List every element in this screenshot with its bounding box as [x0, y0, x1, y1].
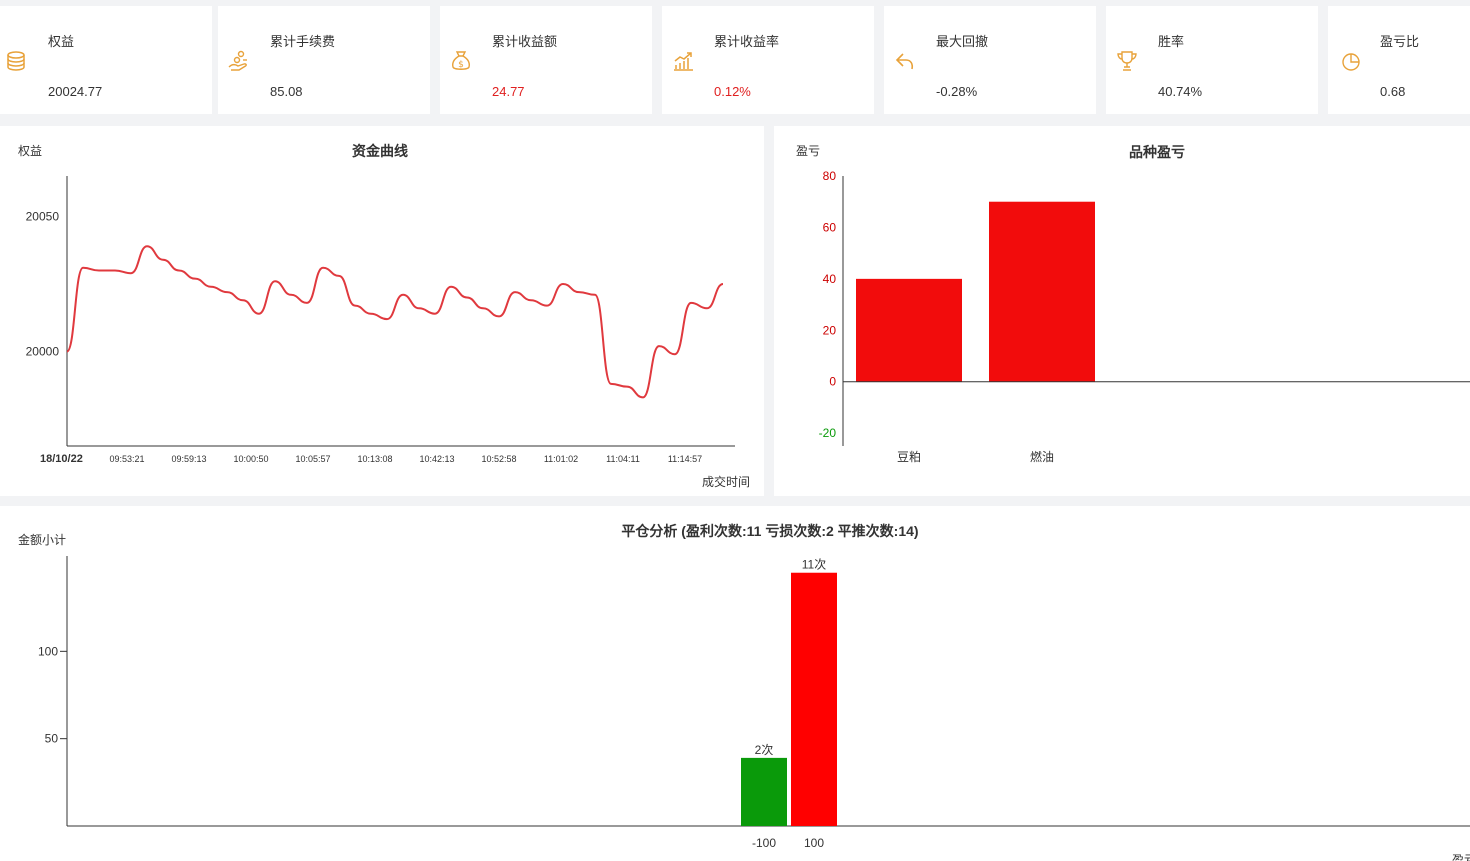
pie-chart-icon [1342, 53, 1360, 71]
x-axis-label: 成交时间 [702, 474, 750, 489]
x-tick-label: 10:00:50 [233, 454, 268, 464]
stat-value: 24.77 [492, 84, 525, 99]
stat-card-fees: 累计手续费 85.08 [218, 6, 430, 114]
chart-title: 品种盈亏 [1129, 144, 1185, 160]
y-tick-label: 20 [823, 323, 837, 337]
chart-title: 平仓分析 (盈利次数:11 亏损次数:2 平推次数:14) [621, 523, 918, 539]
x-tick-label: 10:42:13 [419, 454, 454, 464]
stat-card-drawdown: 最大回撤 -0.28% [884, 6, 1096, 114]
stat-label: 累计收益额 [492, 34, 558, 49]
y-tick-label: 100 [38, 644, 58, 658]
stat-card-equity: 权益 20024.77 [0, 6, 212, 114]
category-label: -100 [752, 836, 776, 850]
stat-value: -0.28% [936, 84, 978, 99]
growth-chart-icon [674, 52, 693, 71]
x-tick-label: 09:53:21 [109, 454, 144, 464]
analysis-bar[interactable] [741, 757, 787, 826]
trophy-icon [1117, 51, 1137, 71]
category-label: 燃油 [1030, 449, 1054, 464]
y-tick-label: 0 [829, 375, 836, 389]
x-tick-label: 09:59:13 [171, 454, 206, 464]
y-axis-label: 盈亏 [796, 144, 820, 158]
stat-label: 权益 [48, 34, 75, 49]
pnl-bar[interactable] [989, 201, 1095, 382]
y-tick-label: 80 [823, 169, 837, 183]
stat-value: 20024.77 [48, 84, 103, 99]
stat-card-return-rate: 累计收益率 0.12% [662, 6, 874, 114]
category-label: 100 [804, 836, 824, 850]
close-analysis-panel: 平仓分析 (盈利次数:11 亏损次数:2 平推次数:14) 金额小计 盈亏 50… [0, 506, 1470, 861]
stat-label: 累计手续费 [270, 34, 336, 49]
x-tick-label: 11:14:57 [668, 454, 702, 464]
close-analysis-chart: 平仓分析 (盈利次数:11 亏损次数:2 平推次数:14) 金额小计 盈亏 50… [18, 523, 1470, 861]
equity-curve-chart: 资金曲线 权益 成交时间 18/10/22 20000 20050 09:53:2… [18, 143, 750, 489]
y-axis-label: 金额小计 [18, 532, 66, 547]
stats-row: 权益 20024.77 累计手续费 85.08 $ 累计收益额 24.77 累计… [0, 6, 1470, 114]
undo-arrow-icon [895, 53, 914, 70]
product-pnl-panel: 品种盈亏 盈亏 -20 0 20 40 60 80 豆粕 燃油 [774, 126, 1470, 496]
product-pnl-chart: 品种盈亏 盈亏 -20 0 20 40 60 80 豆粕 燃油 [796, 144, 1470, 464]
x-tick-label: 10:05:57 [295, 454, 330, 464]
stat-card-win-rate: 胜率 40.74% [1106, 6, 1318, 114]
x-tick-label: 11:04:11 [606, 454, 640, 464]
stat-label: 胜率 [1158, 34, 1185, 49]
y-tick-label: 40 [823, 272, 837, 286]
y-tick-label: 20000 [26, 345, 60, 359]
stat-label: 累计收益率 [714, 34, 780, 49]
stat-value: 85.08 [270, 84, 303, 99]
category-label: 豆粕 [897, 449, 921, 464]
date-label: 18/10/22 [40, 453, 83, 465]
x-tick-label: 10:52:58 [481, 454, 516, 464]
x-tick-label: 10:13:08 [357, 454, 392, 464]
y-tick-label: 50 [45, 732, 59, 746]
money-bag-icon: $ [452, 51, 470, 70]
chart-title: 资金曲线 [352, 143, 408, 159]
coins-icon [7, 51, 25, 71]
y-axis-label: 权益 [18, 144, 42, 158]
stat-value: 0.68 [1380, 84, 1406, 99]
y-tick-label: -20 [819, 426, 837, 440]
x-axis-label: 盈亏 [1452, 853, 1470, 861]
pnl-bar[interactable] [856, 278, 962, 382]
y-tick-label: 20050 [26, 210, 60, 224]
stat-label: 盈亏比 [1380, 34, 1420, 49]
stat-card-profit: $ 累计收益额 24.77 [440, 6, 652, 114]
bar-data-label: 11次 [802, 558, 826, 572]
svg-text:$: $ [458, 60, 464, 70]
x-tick-label: 11:01:02 [544, 454, 578, 464]
stat-value: 40.74% [1158, 84, 1203, 99]
y-tick-label: 60 [823, 220, 837, 234]
hand-coins-icon [228, 50, 247, 71]
bar-data-label: 2次 [755, 743, 774, 757]
equity-curve-panel: 资金曲线 权益 成交时间 18/10/22 20000 20050 09:53:2… [0, 126, 764, 496]
stat-value: 0.12% [714, 84, 751, 99]
equity-series-line [66, 245, 724, 399]
stat-label: 最大回撤 [936, 34, 989, 49]
stat-card-profit-loss-ratio: 盈亏比 0.68 [1328, 6, 1470, 114]
analysis-bar[interactable] [791, 572, 837, 826]
